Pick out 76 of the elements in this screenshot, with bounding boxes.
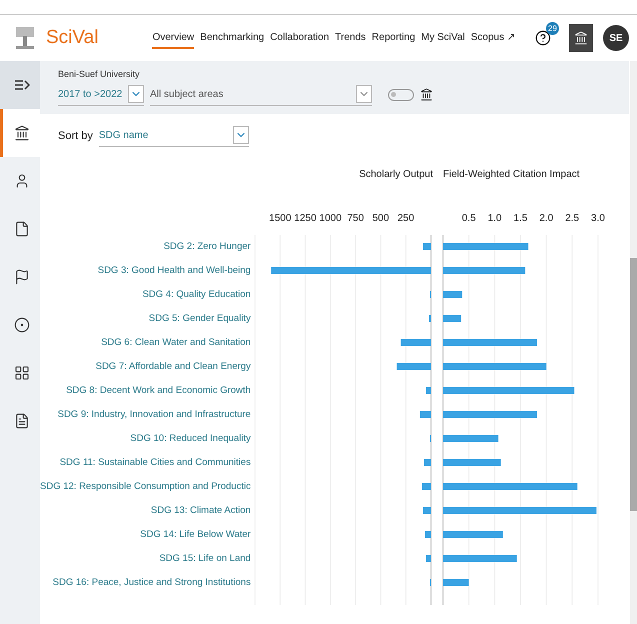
target-icon (14, 317, 30, 333)
category-label: SDG 13: Climate Action (150, 504, 251, 518)
category-label: SDG 7: Affordable and Clean Energy (96, 360, 251, 374)
nav-link[interactable]: Trends (335, 28, 366, 48)
axis-tick-label: 1.0 (487, 213, 502, 224)
bar (424, 531, 431, 538)
year-dropdown[interactable]: 2017 to >2022 (58, 83, 144, 106)
nav-link[interactable]: Benchmarking (200, 28, 264, 48)
axis-tick-label: 500 (372, 213, 389, 224)
document-icon (14, 221, 30, 237)
bar (422, 483, 431, 490)
bar (426, 555, 431, 562)
bar (424, 459, 431, 466)
collapse-icon (14, 79, 30, 91)
toggle-switch[interactable] (388, 88, 414, 100)
institution-icon (14, 125, 30, 141)
bar (400, 339, 431, 346)
nav-link[interactable]: Scopus ↗ (470, 27, 515, 49)
entity-name: Beni-Suef University (58, 69, 141, 79)
subject-dropdown[interactable]: All subject areas (150, 83, 372, 106)
logo-icon (14, 26, 36, 50)
bar (420, 411, 431, 418)
category-label: SDG 5: Gender Equality (148, 312, 251, 326)
bar (442, 459, 501, 466)
axis-tick-label: 1.5 (513, 213, 528, 224)
category-label: SDG 12: Responsible Consumption and Productic (40, 480, 251, 494)
category-label: SDG 2: Zero Hunger (164, 240, 251, 254)
grid-icon (14, 365, 30, 381)
category-label: SDG 8: Decent Work and Economic Growth (66, 384, 251, 398)
axis-tick-label: 1000 (319, 213, 342, 224)
bar (426, 387, 431, 394)
axis-tick-label: 3.0 (590, 213, 605, 224)
nav-link[interactable]: Reporting (372, 28, 416, 48)
axis-tick-label: 750 (346, 213, 364, 224)
sort-label: Sort by (58, 130, 93, 142)
scrollbar[interactable] (630, 61, 637, 624)
bar (422, 507, 431, 514)
bar (442, 579, 469, 586)
bar (442, 315, 461, 322)
category-label: SDG 14: Life Below Water (140, 528, 251, 542)
axis-tick-label: 2.0 (539, 213, 553, 224)
axis-tick-label: 1500 (268, 213, 291, 224)
axis-tick-label: 0.5 (462, 213, 476, 224)
nav-link[interactable]: My SciVal (421, 28, 465, 48)
nav-link[interactable]: Collaboration (270, 28, 330, 48)
category-label: SDG 6: Clean Water and Sanitation (101, 336, 251, 350)
bar (396, 363, 431, 370)
chart-title: Scholarly Output (358, 169, 433, 180)
category-label: SDG 9: Industry, Innovation and Infrastructure (58, 408, 251, 422)
nav-link[interactable]: Overview (152, 28, 194, 48)
institution-icon (574, 31, 588, 45)
axis-tick-label: 2.5 (564, 213, 579, 224)
category-label: SDG 4: Quality Education (142, 288, 251, 302)
institution-button[interactable] (569, 24, 593, 52)
sidebar-button[interactable] (0, 109, 40, 157)
logo: SciVal (46, 27, 98, 49)
bar (422, 243, 431, 250)
category-label: SDG 3: Good Health and Well-being (98, 264, 251, 278)
chart-title: Field-Weighted Citation Impact (442, 169, 580, 180)
category-label: SDG 15: Life on Land (159, 552, 251, 566)
category-label: SDG 10: Reduced Inequality (130, 432, 251, 446)
sort-dropdown[interactable]: SDG name (98, 124, 249, 147)
institution-icon[interactable] (420, 88, 433, 101)
flag-icon (14, 269, 30, 285)
bar (442, 291, 462, 298)
bar (442, 435, 498, 442)
user-avatar[interactable]: SE (603, 25, 629, 51)
help-icon[interactable] (535, 30, 551, 46)
bar (442, 531, 503, 538)
category-label: SDG 16: Peace, Justice and Strong Institutions (52, 576, 251, 590)
notification-badge: 29 (546, 22, 559, 35)
bar (428, 315, 431, 322)
category-label: SDG 11: Sustainable Cities and Communities (60, 456, 251, 470)
axis-tick-label: 250 (397, 213, 414, 224)
report-icon (14, 413, 30, 429)
axis-tick-label: 1250 (294, 213, 316, 224)
